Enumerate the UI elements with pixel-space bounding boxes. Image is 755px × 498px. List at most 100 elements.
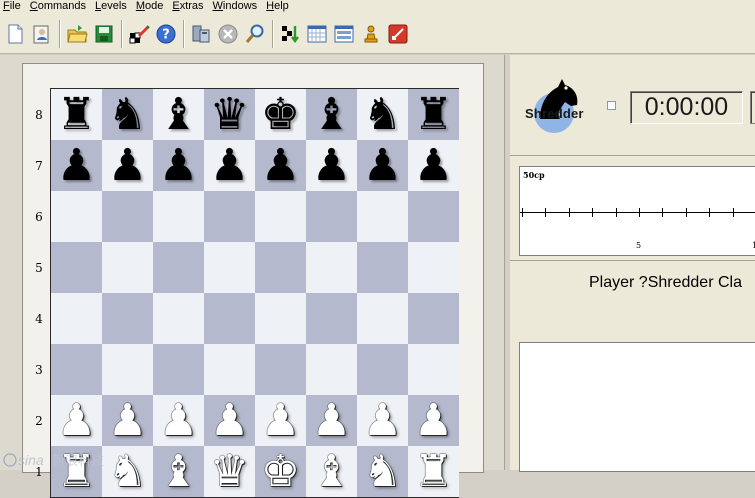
board-square[interactable]: ♟	[204, 395, 255, 446]
board-square[interactable]	[51, 293, 102, 344]
chess-piece[interactable]: ♟	[312, 143, 351, 188]
board-square[interactable]	[102, 242, 153, 293]
chess-piece[interactable]: ♝	[159, 92, 198, 137]
board-square[interactable]: ♟	[255, 395, 306, 446]
menu-windows[interactable]: Windows	[209, 0, 263, 14]
menu-commands[interactable]: Commands	[26, 0, 91, 14]
board-square[interactable]: ♟	[102, 140, 153, 191]
board-square[interactable]: ♝	[306, 446, 357, 497]
board-square[interactable]: ♟	[306, 395, 357, 446]
edit-position-button[interactable]	[126, 20, 151, 47]
board-square[interactable]: ♟	[51, 395, 102, 446]
board-square[interactable]: ♟	[102, 395, 153, 446]
board-square[interactable]	[204, 344, 255, 395]
board-square[interactable]	[306, 242, 357, 293]
chess-piece[interactable]: ♟	[414, 143, 453, 188]
board-square[interactable]	[153, 191, 204, 242]
board-square[interactable]	[408, 344, 459, 395]
board-square[interactable]: ♜	[408, 446, 459, 497]
board-square[interactable]: ♟	[408, 140, 459, 191]
chess-piece[interactable]: ♝	[159, 449, 198, 494]
board-square[interactable]: ♟	[357, 395, 408, 446]
board-square[interactable]	[102, 344, 153, 395]
board-square[interactable]	[408, 242, 459, 293]
chess-piece[interactable]: ♝	[312, 449, 351, 494]
board-square[interactable]	[357, 242, 408, 293]
clock-checkbox[interactable]	[607, 101, 616, 110]
board-square[interactable]	[255, 242, 306, 293]
board-square[interactable]: ♟	[153, 140, 204, 191]
search-button[interactable]	[242, 20, 267, 47]
board-square[interactable]	[306, 344, 357, 395]
board-square[interactable]	[255, 191, 306, 242]
board-square[interactable]	[204, 242, 255, 293]
chess-piece[interactable]: ♜	[414, 92, 453, 137]
board-square[interactable]	[153, 242, 204, 293]
chess-piece[interactable]: ♟	[363, 398, 402, 443]
board-square[interactable]: ♞	[102, 89, 153, 140]
chess-piece[interactable]: ♟	[210, 398, 249, 443]
board-square[interactable]	[306, 191, 357, 242]
chess-piece[interactable]: ♟	[57, 398, 96, 443]
menu-mode[interactable]: Mode	[132, 0, 169, 14]
chess-piece[interactable]: ♟	[159, 398, 198, 443]
save-button[interactable]	[91, 20, 116, 47]
window-layout-button[interactable]	[331, 20, 356, 47]
menu-file[interactable]: File	[0, 0, 26, 14]
board-square[interactable]	[102, 293, 153, 344]
chess-piece[interactable]: ♟	[159, 143, 198, 188]
board-square[interactable]	[255, 293, 306, 344]
board-square[interactable]	[204, 293, 255, 344]
board-square[interactable]	[306, 293, 357, 344]
board-square[interactable]: ♚	[255, 446, 306, 497]
menu-help[interactable]: Help	[262, 0, 294, 14]
help-button[interactable]: ?	[153, 20, 178, 47]
pawn-button[interactable]	[358, 20, 383, 47]
board-square[interactable]	[51, 191, 102, 242]
board-square[interactable]: ♟	[204, 140, 255, 191]
open-button[interactable]	[64, 20, 89, 47]
board-square[interactable]: ♟	[306, 140, 357, 191]
board-square[interactable]: ♝	[306, 89, 357, 140]
menu-extras[interactable]: Extras	[168, 0, 208, 14]
chess-piece[interactable]: ♟	[414, 398, 453, 443]
board-square[interactable]	[51, 242, 102, 293]
chess-piece[interactable]: ♜	[414, 449, 453, 494]
chess-piece[interactable]: ♞	[363, 92, 402, 137]
menu-levels[interactable]: Levels	[91, 0, 132, 14]
notation-window[interactable]	[519, 342, 755, 472]
board-square[interactable]	[51, 344, 102, 395]
board-square[interactable]: ♝	[153, 446, 204, 497]
board-square[interactable]	[357, 293, 408, 344]
database-button[interactable]	[188, 20, 213, 47]
engine-button[interactable]	[385, 20, 410, 47]
chess-piece[interactable]: ♟	[108, 143, 147, 188]
chess-piece[interactable]: ♝	[312, 92, 351, 137]
board-square[interactable]: ♚	[255, 89, 306, 140]
board-square[interactable]: ♜	[51, 89, 102, 140]
board-square[interactable]: ♟	[408, 395, 459, 446]
chess-piece[interactable]: ♜	[57, 92, 96, 137]
board-square[interactable]: ♛	[204, 89, 255, 140]
board-square[interactable]	[408, 191, 459, 242]
board-square[interactable]	[102, 191, 153, 242]
board-square[interactable]: ♞	[357, 89, 408, 140]
board-square[interactable]	[153, 293, 204, 344]
board-square[interactable]: ♟	[153, 395, 204, 446]
chess-piece[interactable]: ♟	[210, 143, 249, 188]
flip-board-button[interactable]	[277, 20, 302, 47]
board-square[interactable]	[153, 344, 204, 395]
chess-piece[interactable]: ♚	[261, 92, 300, 137]
chess-piece[interactable]: ♚	[261, 449, 300, 494]
board-square[interactable]: ♜	[408, 89, 459, 140]
chess-piece[interactable]: ♟	[363, 143, 402, 188]
board-square[interactable]	[204, 191, 255, 242]
board-square[interactable]: ♝	[153, 89, 204, 140]
board-square[interactable]: ♞	[357, 446, 408, 497]
chess-piece[interactable]: ♛	[210, 92, 249, 137]
board-square[interactable]: ♟	[51, 140, 102, 191]
chess-piece[interactable]: ♟	[57, 143, 96, 188]
board-square[interactable]	[357, 191, 408, 242]
chess-piece[interactable]: ♟	[108, 398, 147, 443]
chess-piece[interactable]: ♛	[210, 449, 249, 494]
